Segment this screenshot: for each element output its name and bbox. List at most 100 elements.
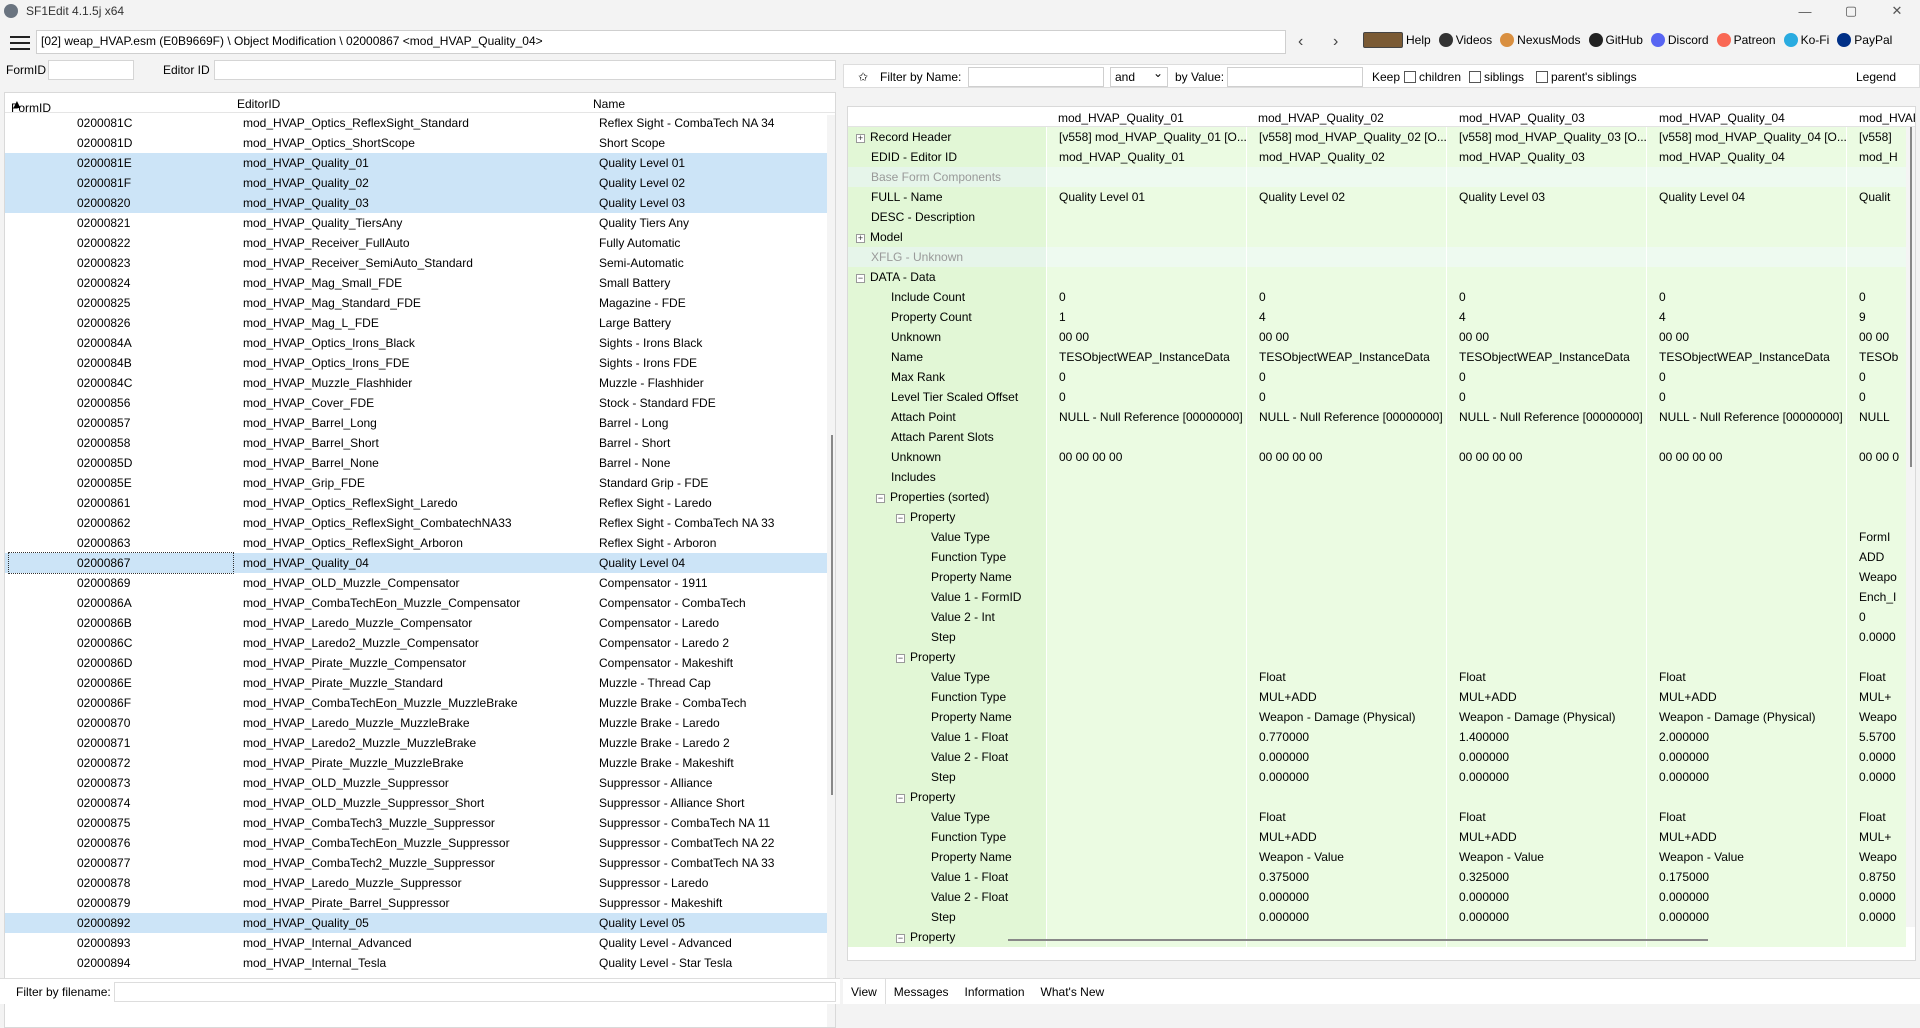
- record-row[interactable]: 02000823 mod_HVAP_Receiver_SemiAuto_Stand…: [5, 253, 835, 273]
- field-value[interactable]: [1046, 807, 1246, 827]
- field-value[interactable]: [v558] mod_HVAP_Quality_04 [O...: [1646, 127, 1846, 147]
- record-row[interactable]: 0200085D mod_HVAP_Barrel_None Barrel - Non…: [5, 453, 835, 473]
- record-field-row[interactable]: Value 1 - Float 0.375000 0.325000 0.175000 0…: [848, 867, 1915, 887]
- record-row[interactable]: 02000863 mod_HVAP_Optics_ReflexSight_Arbo…: [5, 533, 835, 553]
- record-row[interactable]: 02000826 mod_HVAP_Mag_L_FDE Large Battery: [5, 313, 835, 333]
- field-value[interactable]: 0: [1246, 367, 1446, 387]
- expand-icon[interactable]: +: [856, 234, 865, 243]
- record-field-row[interactable]: Value Type Float Float Float Float: [848, 807, 1915, 827]
- tab-what-s-new[interactable]: What's New: [1033, 979, 1113, 1004]
- field-value[interactable]: mod_H: [1846, 147, 1906, 167]
- field-value[interactable]: [1046, 227, 1246, 247]
- record-row[interactable]: 0200086F mod_HVAP_CombaTechEon_Muzzle_Muz…: [5, 693, 835, 713]
- record-row[interactable]: 02000856 mod_HVAP_Cover_FDE Stock - Standa…: [5, 393, 835, 413]
- field-value[interactable]: 0.000000: [1446, 767, 1646, 787]
- field-value[interactable]: 0: [1046, 387, 1246, 407]
- field-value[interactable]: 00 00: [1846, 327, 1906, 347]
- expand-icon[interactable]: +: [856, 134, 865, 143]
- record-row[interactable]: 02000821 mod_HVAP_Quality_TiersAny Quality…: [5, 213, 835, 233]
- field-value[interactable]: 0.325000: [1446, 867, 1646, 887]
- field-value[interactable]: Float: [1646, 807, 1846, 827]
- record-field-row[interactable]: + Record Header [v558] mod_HVAP_Quality_01…: [848, 127, 1915, 147]
- field-value[interactable]: 0: [1446, 387, 1646, 407]
- field-value[interactable]: 0: [1846, 367, 1906, 387]
- record-field-row[interactable]: Base Form Components: [848, 167, 1915, 187]
- collapse-icon[interactable]: −: [876, 494, 885, 503]
- record-field-row[interactable]: Property Name Weapon - Value Weapon - Valu…: [848, 847, 1915, 867]
- field-value[interactable]: 00 00: [1246, 327, 1446, 347]
- field-value[interactable]: 0: [1246, 287, 1446, 307]
- field-value[interactable]: [1046, 887, 1246, 907]
- field-value[interactable]: [1046, 527, 1246, 547]
- field-value[interactable]: [v558]: [1846, 127, 1906, 147]
- record-row[interactable]: 0200081C mod_HVAP_Optics_ReflexSight_Stan…: [5, 113, 835, 133]
- field-value[interactable]: 00 00: [1046, 327, 1246, 347]
- field-value[interactable]: [1246, 507, 1446, 527]
- field-value[interactable]: 0: [1646, 387, 1846, 407]
- field-value[interactable]: 00 00 00 00: [1246, 447, 1446, 467]
- field-value[interactable]: [1846, 247, 1906, 267]
- record-row[interactable]: 02000872 mod_HVAP_Pirate_Muzzle_MuzzleBra…: [5, 753, 835, 773]
- column-editorid[interactable]: EditorID: [237, 97, 280, 111]
- record-field-row[interactable]: DESC - Description: [848, 207, 1915, 227]
- link-paypal[interactable]: PayPal: [1837, 33, 1892, 47]
- field-value[interactable]: [1046, 427, 1246, 447]
- field-value[interactable]: [1446, 547, 1646, 567]
- field-value[interactable]: [1646, 267, 1846, 287]
- field-value[interactable]: [1246, 467, 1446, 487]
- forward-button[interactable]: ›: [1333, 33, 1338, 51]
- field-value[interactable]: [1046, 547, 1246, 567]
- field-value[interactable]: [1846, 427, 1906, 447]
- record-row[interactable]: 0200084A mod_HVAP_Optics_Irons_Black Sight…: [5, 333, 835, 353]
- record-row[interactable]: 02000879 mod_HVAP_Pirate_Barrel_Suppresso…: [5, 893, 835, 913]
- field-value[interactable]: 0.000000: [1246, 747, 1446, 767]
- field-value[interactable]: [1046, 667, 1246, 687]
- field-value[interactable]: Float: [1846, 807, 1906, 827]
- field-value[interactable]: NULL - Null Reference [00000000]: [1246, 407, 1446, 427]
- link-patreon[interactable]: Patreon: [1716, 33, 1776, 47]
- field-value[interactable]: [1846, 507, 1906, 527]
- maximize-button[interactable]: ▢: [1828, 0, 1874, 22]
- field-value[interactable]: [1246, 587, 1446, 607]
- record-field-row[interactable]: Unknown 00 00 00 00 00 00 00 00 00 00: [848, 327, 1915, 347]
- field-value[interactable]: MUL+ADD: [1246, 827, 1446, 847]
- field-value[interactable]: 5.5700: [1846, 727, 1906, 747]
- field-value[interactable]: [1046, 467, 1246, 487]
- record-row[interactable]: 02000858 mod_HVAP_Barrel_Short Barrel - Sh…: [5, 433, 835, 453]
- record-row[interactable]: 02000893 mod_HVAP_Internal_Advanced Qualit…: [5, 933, 835, 953]
- field-value[interactable]: Weapon - Value: [1446, 847, 1646, 867]
- field-value[interactable]: Quality Level 01: [1046, 187, 1246, 207]
- field-value[interactable]: Weapon - Damage (Physical): [1646, 707, 1846, 727]
- record-row[interactable]: 0200085E mod_HVAP_Grip_FDE Standard Grip -…: [5, 473, 835, 493]
- field-value[interactable]: [1246, 167, 1446, 187]
- keep-parents-siblings-checkbox[interactable]: parent's siblings: [1536, 70, 1637, 84]
- tab-view[interactable]: View: [843, 979, 886, 1004]
- field-value[interactable]: [1046, 687, 1246, 707]
- field-value[interactable]: [1846, 227, 1906, 247]
- field-value[interactable]: [1046, 707, 1246, 727]
- record-field-row[interactable]: Value Type Float Float Float Float: [848, 667, 1915, 687]
- column-name[interactable]: Name: [593, 97, 625, 111]
- keep-siblings-checkbox[interactable]: siblings: [1469, 70, 1524, 84]
- field-value[interactable]: [1646, 247, 1846, 267]
- link-discord[interactable]: Discord: [1650, 33, 1709, 47]
- field-value[interactable]: 2.000000: [1646, 727, 1846, 747]
- field-value[interactable]: 00 00 00 00: [1646, 447, 1846, 467]
- record-row[interactable]: 0200084C mod_HVAP_Muzzle_Flashhider Muzzle…: [5, 373, 835, 393]
- editorid-filter-input[interactable]: [214, 60, 836, 80]
- pin-icon[interactable]: ✩: [858, 70, 868, 84]
- field-value[interactable]: 0.0000: [1846, 887, 1906, 907]
- record-field-row[interactable]: Attach Point NULL - Null Reference [00000…: [848, 407, 1915, 427]
- record-row[interactable]: 02000824 mod_HVAP_Mag_Small_FDE Small Batt…: [5, 273, 835, 293]
- field-value[interactable]: mod_HVAP_Quality_02: [1246, 147, 1446, 167]
- field-value[interactable]: [1646, 227, 1846, 247]
- field-value[interactable]: [1046, 607, 1246, 627]
- field-value[interactable]: [1246, 607, 1446, 627]
- field-value[interactable]: 00 00 0: [1846, 447, 1906, 467]
- field-value[interactable]: 0: [1846, 287, 1906, 307]
- field-value[interactable]: Quality Level 02: [1246, 187, 1446, 207]
- record-field-row[interactable]: − DATA - Data: [848, 267, 1915, 287]
- field-value[interactable]: 0: [1646, 367, 1846, 387]
- field-value[interactable]: [1046, 847, 1246, 867]
- record-field-row[interactable]: FULL - Name Quality Level 01 Quality Level…: [848, 187, 1915, 207]
